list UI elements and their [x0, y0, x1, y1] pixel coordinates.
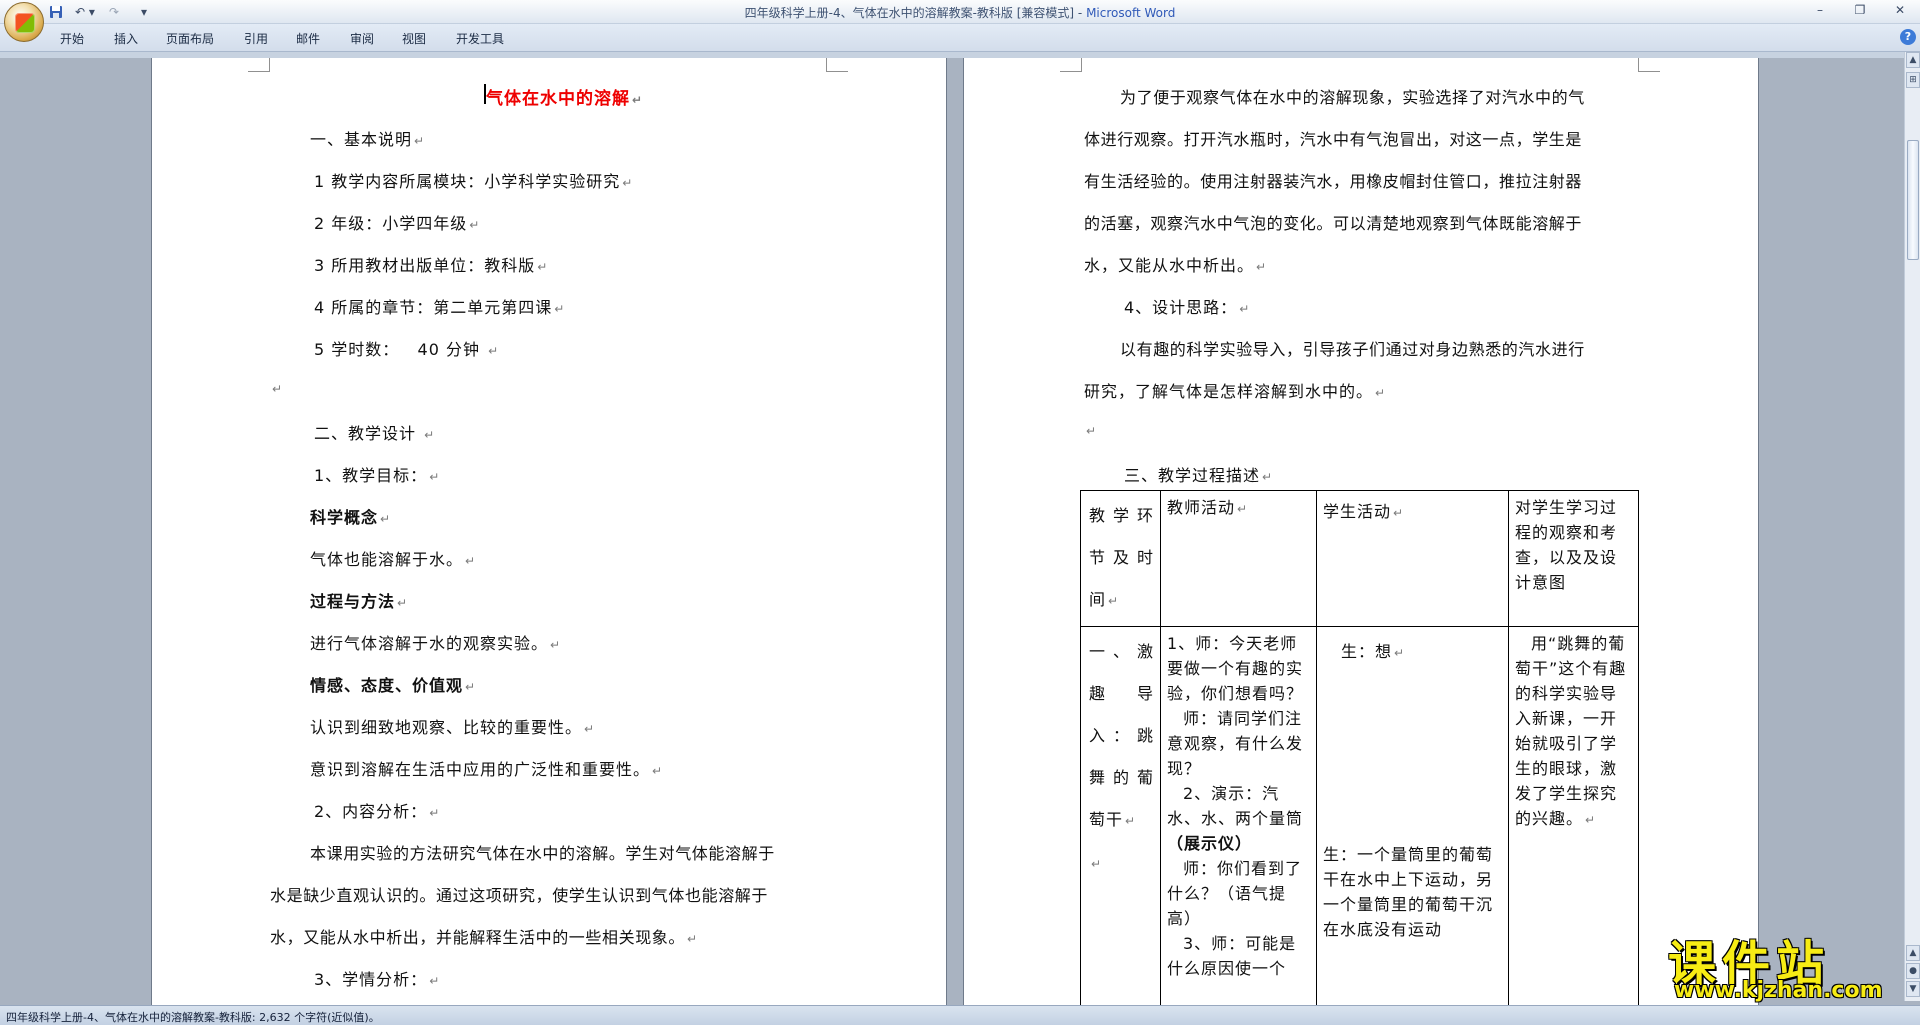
crop-mark — [248, 58, 270, 72]
paragraph: 水，又能从水中析出，并能解释生活中的一些相关现象。 ↵ — [270, 928, 698, 947]
paragraph: 5 学时数： 40 分钟 ↵ — [314, 340, 500, 359]
minimize-button[interactable]: – — [1800, 0, 1840, 20]
paragraph: 本课用实验的方法研究气体在水中的溶解。学生对气体能溶解于 — [310, 844, 775, 863]
watermark-url: www.kjzhan.com — [1674, 978, 1883, 1003]
office-logo-icon — [15, 13, 35, 33]
office-button[interactable] — [4, 2, 44, 42]
status-text: 四年级科学上册-4、气体在水中的溶解教案-教科版: 2,632 个字符(近似值)… — [6, 1011, 380, 1024]
save-icon[interactable] — [48, 3, 64, 21]
bold-heading: 情感、态度、价值观 ↵ — [310, 676, 477, 695]
paragraph: 2、内容分析： ↵ — [314, 802, 441, 821]
tab-view[interactable]: 视图 — [402, 30, 426, 47]
paragraph: 有生活经验的。使用注射器装汽水，用橡皮帽封住管口，推拉注射器 — [1084, 172, 1583, 191]
crop-mark — [826, 58, 848, 72]
tab-mailings[interactable]: 邮件 — [296, 30, 320, 47]
teacher-line: 3、师：可能是什么原因使一个 — [1167, 934, 1297, 978]
paragraph: 气体也能溶解于水。 ↵ — [310, 550, 477, 569]
maximize-button[interactable]: ❐ — [1840, 0, 1880, 20]
teaching-process-table: 教学环节及时间 ↵ 教师活动 ↵ 学生活动 ↵ 对学生学习过程的观察和考查，以及及设计… — [1080, 490, 1639, 1007]
teacher-line: 师：请同学们注意观察，有什么发现？ — [1167, 709, 1304, 778]
document-title: 气体在水中的溶解 ↵ — [486, 89, 644, 109]
table-cell-stage[interactable]: 一、激趣导入：跳舞的葡萄干 ↵ ↵ — [1080, 626, 1161, 1007]
paragraph: 以有趣的科学实验导入，引导孩子们通过对身边熟悉的汽水进行 — [1120, 340, 1585, 359]
ruler-toggle-icon[interactable]: ⊞ — [1906, 72, 1920, 88]
paragraph: 认识到细致地观察、比较的重要性。 ↵ — [310, 718, 596, 737]
ribbon-tabs: 开始 插入 页面布局 引用 邮件 审阅 视图 开发工具 ? — [0, 24, 1920, 52]
tab-references[interactable]: 引用 — [244, 30, 268, 47]
select-browse-object-icon[interactable]: ● — [1906, 963, 1920, 979]
table-cell-notes[interactable]: 用“跳舞的葡萄干”这个有趣的科学实验导入新课，一开始就吸引了学生的眼球，激发了学… — [1508, 626, 1639, 1007]
undo-button[interactable]: ↶ ▾ — [70, 3, 100, 21]
redo-button[interactable]: ↷ — [106, 3, 122, 21]
bold-heading: 过程与方法 ↵ — [310, 592, 409, 611]
table-row: 一、激趣导入：跳舞的葡萄干 ↵ ↵ 1、师：今天老师要做一个有趣的实验，你们想看吗？… — [1080, 626, 1639, 1007]
empty-paragraph: ↵ — [1086, 424, 1098, 438]
teacher-line: 师：你们看到了什么？（语气提高） — [1167, 859, 1303, 928]
table-cell-teacher[interactable]: 1、师：今天老师要做一个有趣的实验，你们想看吗？ 师：请同学们注意观察，有什么发… — [1160, 626, 1317, 1007]
title-bar: 四年级科学上册-4、气体在水中的溶解教案-教科版 [兼容模式] - Micros… — [0, 0, 1920, 24]
paragraph: 1、教学目标： ↵ — [314, 466, 441, 485]
tab-home[interactable]: 开始 — [60, 30, 84, 47]
tab-review[interactable]: 审阅 — [350, 30, 374, 47]
paragraph: 一、基本说明 ↵ — [310, 130, 426, 149]
tab-page-layout[interactable]: 页面布局 — [166, 30, 214, 47]
paragraph: 4、设计思路： ↵ — [1124, 298, 1251, 317]
teacher-line: 1、师：今天老师要做一个有趣的实验，你们想看吗？ — [1167, 634, 1304, 703]
tab-insert[interactable]: 插入 — [114, 30, 138, 47]
next-page-button[interactable]: ▼ — [1906, 981, 1920, 997]
crop-mark — [1638, 58, 1660, 72]
paragraph: 水，又能从水中析出。 ↵ — [1084, 256, 1268, 275]
window-title: 四年级科学上册-4、气体在水中的溶解教案-教科版 [兼容模式] - Micros… — [744, 6, 1176, 20]
paragraph: 进行气体溶解于水的观察实验。 ↵ — [310, 634, 562, 653]
paragraph: 为了便于观察气体在水中的溶解现象，实验选择了对汽水中的气 — [1120, 88, 1585, 107]
section-heading: 三、教学过程描述 ↵ — [1124, 466, 1274, 485]
student-response: 生：一个量筒里的葡萄干在水中上下运动，另一个量筒里的葡萄干沉在水底没有运动 — [1323, 845, 1494, 939]
paragraph: 3 所用教材出版单位：教科版 ↵ — [314, 256, 549, 275]
prev-page-button[interactable]: ▲ — [1906, 945, 1920, 961]
table-header-row: 教学环节及时间 ↵ 教师活动 ↵ 学生活动 ↵ 对学生学习过程的观察和考查，以及及设计… — [1080, 490, 1639, 627]
paragraph: 意识到溶解在生活中应用的广泛性和重要性。 ↵ — [310, 760, 664, 779]
close-button[interactable]: ✕ — [1880, 0, 1920, 20]
section-heading: 二、教学设计 ↵ — [314, 424, 436, 443]
paragraph: 2 年级：小学四年级 ↵ — [314, 214, 481, 233]
paragraph: 1 教学内容所属模块：小学科学实验研究 ↵ — [314, 172, 634, 191]
customize-qat-button[interactable]: ▾ — [138, 3, 150, 21]
paragraph: 水是缺少直观认识的。通过这项研究，使学生认识到气体也能溶解于 — [270, 886, 769, 905]
teacher-line: 2、演示：汽水、水、两个量筒（展示仪） — [1167, 784, 1304, 853]
status-bar: 四年级科学上册-4、气体在水中的溶解教案-教科版: 2,632 个字符(近似值)… — [0, 1005, 1920, 1025]
table-cell-student[interactable]: 生：想 ↵ 生：一个量筒里的葡萄干在水中上下运动，另一个量筒里的葡萄干沉在水底没有… — [1316, 626, 1509, 1007]
paragraph: 3、学情分析： ↵ — [314, 970, 441, 989]
paragraph: 的活塞，观察汽水中气泡的变化。可以清楚地观察到气体既能溶解于 — [1084, 214, 1583, 233]
paragraph: 4 所属的章节：第二单元第四课 ↵ — [314, 298, 566, 317]
scroll-thumb[interactable] — [1907, 140, 1919, 260]
paragraph: 研究，了解气体是怎样溶解到水中的。 ↵ — [1084, 382, 1387, 401]
document-page-2[interactable]: 为了便于观察气体在水中的溶解现象，实验选择了对汽水中的气 体进行观察。打开汽水瓶… — [964, 58, 1758, 1007]
crop-mark — [1060, 58, 1082, 72]
bold-heading: 科学概念 ↵ — [310, 508, 392, 527]
scroll-up-button[interactable]: ▲ — [1906, 52, 1920, 68]
tab-developer[interactable]: 开发工具 — [456, 30, 504, 47]
help-icon[interactable]: ? — [1900, 29, 1916, 45]
bold-fragment: （展示仪） — [1167, 834, 1253, 853]
paragraph: 体进行观察。打开汽水瓶时，汽水中有气泡冒出，对这一点，学生是 — [1084, 130, 1583, 149]
table-header-cell[interactable]: 教师活动 ↵ — [1160, 490, 1317, 627]
vertical-scrollbar[interactable]: ▲ ⊞ ▲ ● ▼ — [1904, 52, 1920, 1001]
table-header-cell[interactable]: 教学环节及时间 ↵ — [1080, 490, 1161, 627]
kjzhan-watermark: 课件站 www.kjzhan.com — [1668, 924, 1902, 1004]
empty-paragraph: ↵ — [272, 382, 284, 396]
table-header-cell[interactable]: 学生活动 ↵ — [1316, 490, 1509, 627]
table-header-cell[interactable]: 对学生学习过程的观察和考查，以及及设计意图 — [1508, 490, 1639, 627]
document-page-1[interactable]: 气体在水中的溶解 ↵ 一、基本说明 ↵ 1 教学内容所属模块：小学科学实验研究 ↵ 2… — [152, 58, 946, 1005]
